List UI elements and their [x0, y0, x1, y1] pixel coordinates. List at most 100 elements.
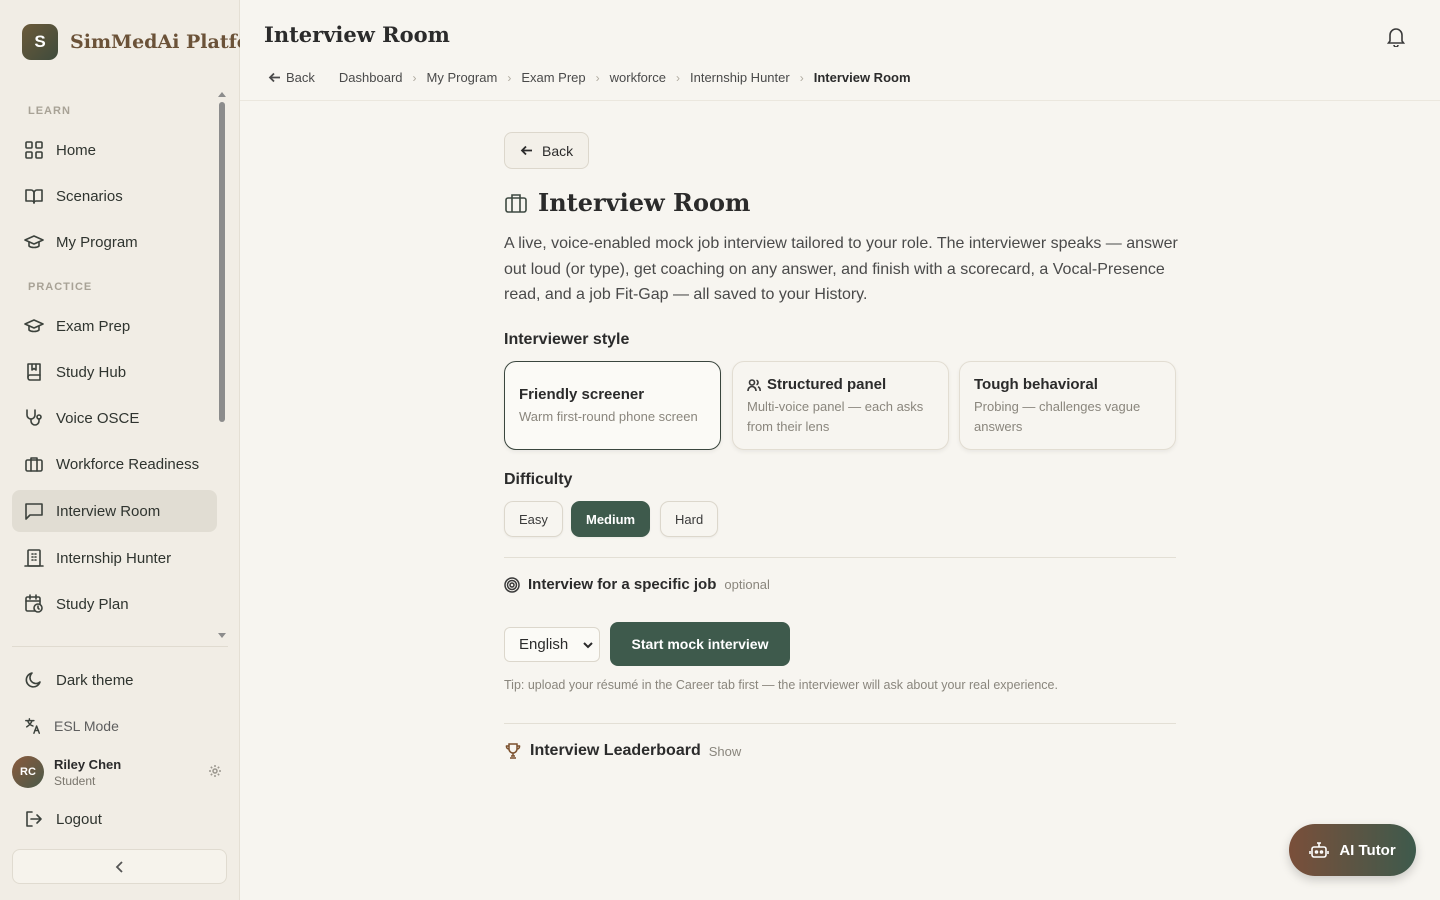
back-button[interactable]: Back — [504, 132, 590, 169]
sidebar-item-label: Study Plan — [56, 595, 129, 613]
user-name: Riley Chen — [54, 756, 122, 772]
style-card-subtitle: Probing — challenges vague answers — [974, 399, 1141, 434]
breadcrumb-separator: › — [799, 70, 804, 85]
style-card-title: Tough behavioral — [974, 376, 1098, 393]
esl-mode-toggle[interactable]: ESL Mode — [12, 706, 217, 746]
style-card-subtitle: Multi-voice panel — each asks from their… — [747, 399, 924, 434]
breadcrumb-item-workforce[interactable]: workforce — [610, 70, 666, 85]
back-button-label: Back — [542, 142, 574, 159]
logout-button[interactable]: Logout — [12, 799, 217, 839]
dark-theme-label: Dark theme — [56, 671, 134, 689]
gear-icon[interactable] — [208, 764, 222, 778]
sidebar-item-home[interactable]: Home — [12, 129, 217, 171]
start-mock-interview-button[interactable]: Start mock interview — [610, 622, 790, 666]
grid-icon — [25, 141, 43, 159]
resume-tip: Tip: upload your résumé in the Career ta… — [504, 678, 1058, 692]
bot-icon — [1309, 842, 1330, 858]
brand-name: SimMedAi Platform — [70, 31, 240, 53]
difficulty-label: Difficulty — [504, 471, 573, 488]
ai-tutor-button[interactable]: AI Tutor — [1289, 824, 1416, 876]
breadcrumb-item-my-program[interactable]: My Program — [427, 70, 498, 85]
sidebar-nav: LEARN Home Scenarios My Program PRACTICE… — [0, 92, 228, 638]
sidebar-item-exam-prep[interactable]: Exam Prep — [12, 305, 217, 347]
translate-icon — [25, 718, 41, 734]
specific-job-label: Interview for a specific job — [528, 576, 717, 593]
page-title: Interview Room — [264, 22, 450, 47]
graduation-cap-icon — [24, 319, 44, 333]
user-profile[interactable]: RC Riley Chen Student — [12, 754, 222, 790]
section-divider — [504, 557, 1176, 558]
breadcrumb-back[interactable]: Back — [268, 70, 315, 85]
sidebar-scrollbar[interactable] — [216, 92, 228, 638]
sidebar-item-label: My Program — [56, 233, 138, 251]
sidebar-item-study-hub[interactable]: Study Hub — [12, 351, 217, 393]
interviewer-style-label: Interviewer style — [504, 331, 630, 348]
specific-job-optional: optional — [724, 577, 770, 592]
sidebar-item-label: Internship Hunter — [56, 549, 172, 567]
chevron-left-icon — [115, 860, 123, 873]
moon-icon — [25, 672, 41, 688]
section-divider — [504, 723, 1176, 724]
style-card-tough-behavioral[interactable]: Tough behavioral Probing — challenges va… — [959, 361, 1176, 450]
difficulty-medium-button[interactable]: Medium — [571, 501, 651, 537]
leaderboard-toggle[interactable]: Interview Leaderboard Show — [504, 742, 741, 760]
sidebar-item-voice-osce[interactable]: Voice OSCE — [12, 397, 217, 439]
brand[interactable]: S SimMedAi Platform — [22, 24, 240, 60]
section-label-learn: LEARN — [28, 105, 71, 117]
calendar-clock-icon — [25, 594, 43, 613]
difficulty-easy-button[interactable]: Easy — [504, 501, 563, 537]
sidebar-item-scenarios[interactable]: Scenarios — [12, 175, 217, 217]
collapse-sidebar-button[interactable] — [12, 849, 227, 884]
room-heading: Interview Room — [504, 188, 750, 217]
style-card-structured-panel[interactable]: Structured panel Multi-voice panel — eac… — [732, 361, 949, 450]
specific-job-toggle[interactable]: Interview for a specific job optional — [504, 576, 770, 593]
book-open-icon — [25, 189, 43, 204]
sidebar-item-internship-hunter[interactable]: Internship Hunter — [12, 537, 217, 579]
sidebar-item-label: Scenarios — [56, 187, 123, 205]
target-icon — [504, 576, 520, 593]
sidebar-divider — [12, 646, 228, 647]
difficulty-hard-button[interactable]: Hard — [660, 501, 719, 537]
breadcrumb-item-dashboard[interactable]: Dashboard — [339, 70, 403, 85]
sidebar-item-interview-room[interactable]: Interview Room — [12, 490, 217, 532]
dark-theme-toggle[interactable]: Dark theme — [12, 660, 217, 700]
header-divider — [240, 100, 1440, 101]
scroll-up-arrow[interactable] — [218, 92, 226, 97]
avatar: RC — [12, 756, 44, 788]
breadcrumb-item-internship-hunter[interactable]: Internship Hunter — [690, 70, 790, 85]
bell-icon[interactable] — [1385, 25, 1407, 47]
briefcase-icon — [505, 193, 527, 213]
breadcrumb-current: Interview Room — [813, 70, 911, 85]
style-card-title: Structured panel — [767, 376, 887, 393]
style-card-title-row: Structured panel — [747, 376, 934, 393]
arrow-left-icon — [268, 72, 280, 83]
ai-tutor-label: AI Tutor — [1339, 841, 1396, 859]
logout-label: Logout — [56, 810, 102, 828]
style-card-title: Friendly screener — [519, 386, 645, 403]
leaderboard-show-link[interactable]: Show — [709, 744, 742, 759]
sidebar-item-label: Workforce Readiness — [56, 455, 200, 473]
language-select[interactable]: English — [504, 627, 600, 662]
style-card-friendly-screener[interactable]: Friendly screener Warm first-round phone… — [504, 361, 721, 450]
sidebar-item-study-plan[interactable]: Study Plan — [12, 583, 217, 625]
section-label-practice: PRACTICE — [28, 281, 93, 293]
sidebar-item-workforce-readiness[interactable]: Workforce Readiness — [12, 443, 217, 485]
sidebar-item-label: Interview Room — [56, 502, 161, 520]
leaderboard-label: Interview Leaderboard — [530, 742, 701, 759]
breadcrumb-item-exam-prep[interactable]: Exam Prep — [521, 70, 585, 85]
sidebar-item-label: Voice OSCE — [56, 409, 140, 427]
sidebar-item-my-program[interactable]: My Program — [12, 221, 217, 263]
breadcrumb-separator: › — [595, 70, 600, 85]
trophy-icon — [505, 743, 521, 759]
scroll-thumb[interactable] — [219, 102, 225, 422]
arrow-left-icon — [520, 145, 532, 156]
sidebar-item-label: Study Hub — [56, 363, 127, 381]
breadcrumb-separator: › — [675, 70, 680, 85]
bookmark-book-icon — [27, 363, 41, 381]
sidebar-item-label: Exam Prep — [56, 317, 131, 335]
esl-mode-label: ESL Mode — [54, 718, 119, 734]
building-icon — [24, 549, 44, 567]
scroll-down-arrow[interactable] — [218, 633, 226, 638]
brand-logo: S — [22, 24, 58, 60]
users-icon — [747, 378, 761, 391]
